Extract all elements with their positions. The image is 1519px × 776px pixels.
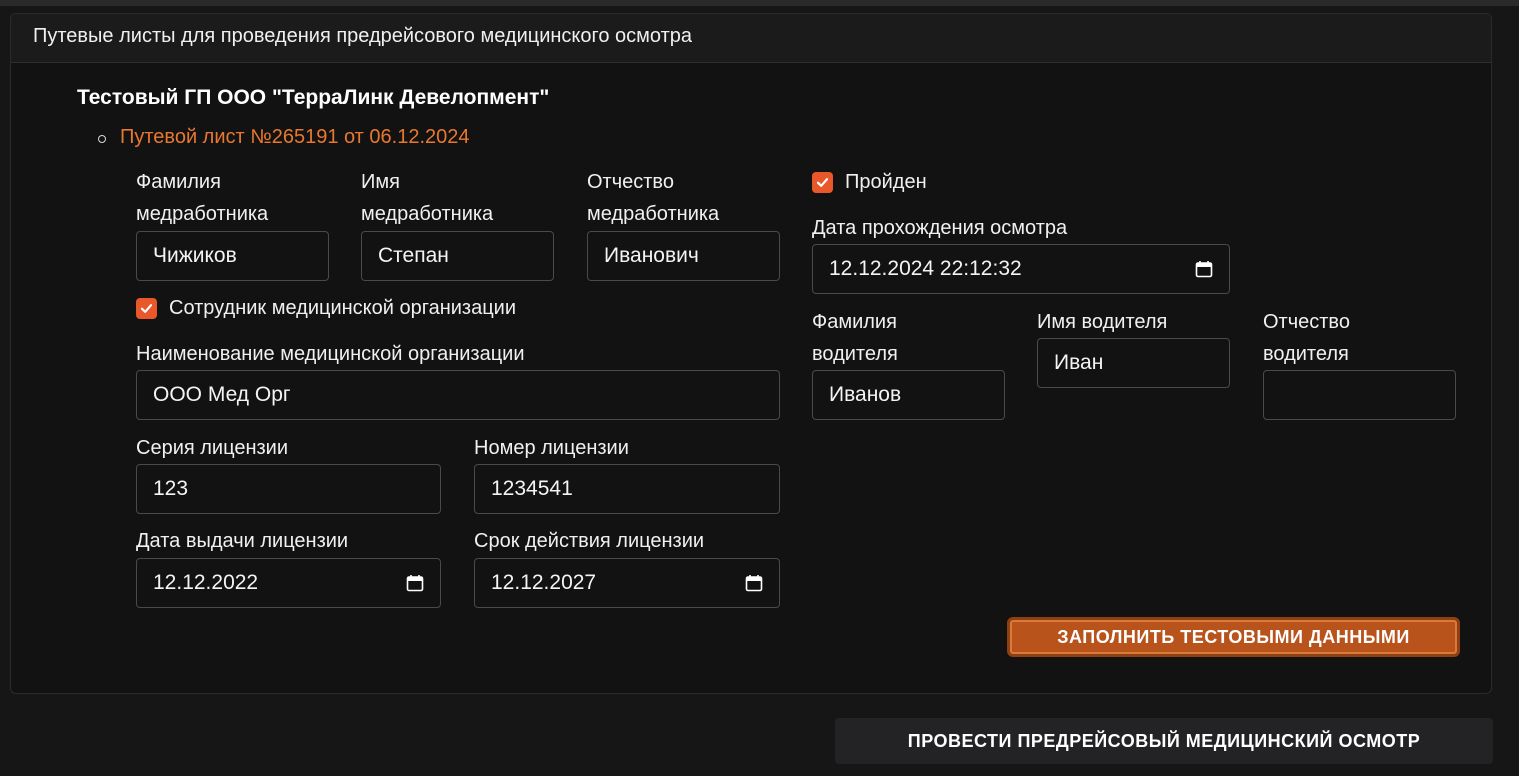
panel-header: Путевые листы для проведения предрейсово… [11, 14, 1491, 63]
driver-patronymic-label-line1: Отчество [1263, 311, 1350, 333]
license-series-value: 123 [153, 477, 189, 500]
check-icon [816, 178, 829, 187]
exam-date-value: 12.12.2024 22:12:32 [829, 257, 1022, 280]
license-issue-label: Дата выдачи лицензии [136, 530, 349, 552]
driver-patronymic-label-line2: водителя [1263, 343, 1349, 365]
medic-last-name-label: Фамилия медработника [136, 166, 268, 230]
driver-last-name-value: Иванов [829, 383, 902, 406]
waybill-panel: Путевые листы для проведения предрейсово… [10, 13, 1492, 694]
medic-first-name-label: Имя медработника [361, 166, 493, 230]
calendar-icon[interactable] [1195, 260, 1213, 278]
medic-last-name-label-line1: Фамилия [136, 171, 221, 193]
driver-last-name-label-line2: водителя [812, 343, 898, 365]
calendar-icon[interactable] [745, 574, 763, 592]
license-series-input[interactable]: 123 [136, 464, 441, 514]
medic-employee-label: Сотрудник медицинской организации [169, 297, 517, 319]
conduct-exam-button[interactable]: ПРОВЕСТИ ПРЕДРЕЙСОВЫЙ МЕДИЦИНСКИЙ ОСМОТР [835, 718, 1493, 764]
exam-passed-checkbox[interactable] [812, 172, 833, 193]
list-bullet-icon [98, 135, 106, 143]
medic-last-name-label-line2: медработника [136, 203, 269, 225]
license-series-label: Серия лицензии [136, 437, 289, 459]
driver-last-name-input[interactable]: Иванов [812, 370, 1005, 420]
license-number-input[interactable]: 1234541 [474, 464, 780, 514]
top-bar [0, 0, 1519, 6]
medic-first-name-label-line2: медработника [361, 203, 494, 225]
medic-employee-checkbox[interactable] [136, 298, 157, 319]
exam-date-input[interactable]: 12.12.2024 22:12:32 [812, 244, 1230, 294]
medic-first-name-input[interactable]: Степан [361, 231, 554, 281]
license-issue-value: 12.12.2022 [153, 571, 259, 594]
medic-patronymic-input[interactable]: Иванович [587, 231, 780, 281]
waybill-link[interactable]: Путевой лист №265191 от 06.12.2024 [120, 126, 470, 149]
medic-org-input[interactable]: ООО Мед Орг [136, 370, 780, 420]
fill-test-data-button[interactable]: ЗАПОЛНИТЬ ТЕСТОВЫМИ ДАННЫМИ [1007, 617, 1460, 657]
license-expiry-label: Срок действия лицензии [474, 530, 705, 552]
exam-date-label: Дата прохождения осмотра [812, 217, 1068, 239]
medic-patronymic-value: Иванович [604, 244, 699, 267]
medic-last-name-input[interactable]: Чижиков [136, 231, 329, 281]
license-number-value: 1234541 [491, 477, 573, 500]
license-expiry-date-input[interactable]: 12.12.2027 [474, 558, 780, 608]
driver-first-name-label: Имя водителя [1037, 311, 1168, 333]
exam-passed-label: Пройден [845, 171, 927, 193]
medic-last-name-value: Чижиков [153, 244, 237, 267]
license-number-label: Номер лицензии [474, 437, 629, 459]
medic-org-value: ООО Мед Орг [153, 383, 291, 406]
medic-patronymic-label: Отчество медработника [587, 166, 719, 230]
calendar-icon[interactable] [406, 574, 424, 592]
organization-title: Тестовый ГП ООО "ТерраЛинк Девелопмент" [77, 86, 550, 109]
license-issue-date-input[interactable]: 12.12.2022 [136, 558, 441, 608]
medic-first-name-value: Степан [378, 244, 449, 267]
check-icon [140, 304, 153, 313]
driver-last-name-label: Фамилия водителя [812, 306, 898, 370]
driver-first-name-value: Иван [1054, 351, 1104, 374]
panel-title: Путевые листы для проведения предрейсово… [33, 25, 693, 47]
driver-first-name-input[interactable]: Иван [1037, 338, 1230, 388]
medic-patronymic-label-line1: Отчество [587, 171, 674, 193]
license-expiry-value: 12.12.2027 [491, 571, 597, 594]
driver-patronymic-input[interactable] [1263, 370, 1456, 420]
medic-first-name-label-line1: Имя [361, 171, 400, 193]
driver-last-name-label-line1: Фамилия [812, 311, 897, 333]
medic-org-label: Наименование медицинской организации [136, 343, 525, 365]
medic-patronymic-label-line2: медработника [587, 203, 720, 225]
driver-patronymic-label: Отчество водителя [1263, 306, 1350, 370]
